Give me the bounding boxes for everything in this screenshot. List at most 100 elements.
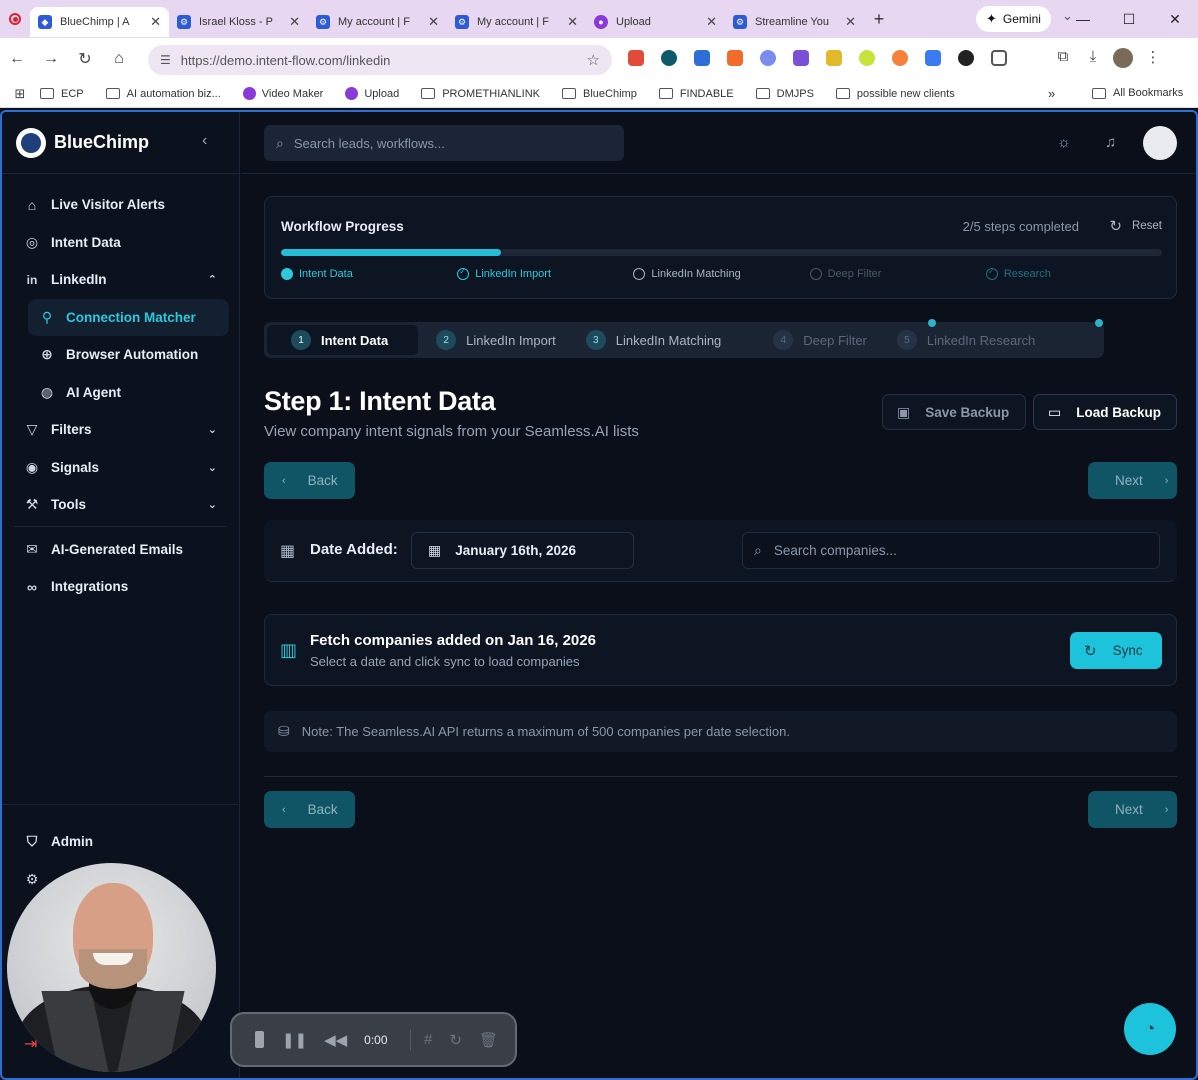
new-tab-button[interactable]: + <box>864 9 894 30</box>
download-icon[interactable]: ⤓ <box>1078 48 1108 72</box>
browser-tab[interactable]: ⚙ Israel Kloss - P ✕ <box>169 7 308 37</box>
tab-linkedin-research[interactable]: 5 LinkedIn Research <box>885 325 1047 355</box>
extension-icon[interactable] <box>694 50 710 66</box>
apps-grid-icon[interactable]: ⊞ <box>0 86 40 102</box>
tab-intent-data[interactable]: 1 Intent Data <box>267 325 419 355</box>
tab-deep-filter[interactable]: 4 Deep Filter <box>761 325 879 355</box>
close-tab-icon[interactable]: ✕ <box>567 14 578 30</box>
chevron-down-icon[interactable]: ⌄ <box>208 498 217 511</box>
bookmark-folder[interactable]: possible new clients <box>835 88 955 100</box>
date-picker-button[interactable]: ▦ January 16th, 2026 <box>411 532 634 569</box>
close-tab-icon[interactable]: ✕ <box>706 14 717 30</box>
chevron-down-icon[interactable]: ⌄ <box>208 461 217 474</box>
browser-tab[interactable]: ⚙ Streamline You ✕ <box>725 7 864 37</box>
bookmark-folder[interactable]: AI automation biz... <box>105 88 221 100</box>
progress-step-intent-data[interactable]: Intent Data <box>281 268 457 280</box>
reload-icon[interactable]: ↻ <box>68 49 102 69</box>
sidebar-item-live-visitor-alerts[interactable]: ⌂ Live Visitor Alerts <box>2 186 239 224</box>
back-arrow-icon[interactable]: ← <box>0 50 34 68</box>
back-button-bottom[interactable]: ‹ Back <box>264 791 355 828</box>
sidebar-item-ai-agent[interactable]: ◍ AI Agent <box>2 374 239 412</box>
stop-recording-icon[interactable] <box>255 1031 264 1048</box>
progress-step-deep-filter[interactable]: Deep Filter <box>809 268 986 280</box>
company-search-input[interactable] <box>773 543 1134 558</box>
bookmark-folder[interactable]: DMJPS <box>755 88 814 100</box>
progress-step-linkedin-matching[interactable]: LinkedIn Matching <box>633 268 809 280</box>
all-bookmarks-folder[interactable]: All Bookmarks <box>1092 87 1183 99</box>
close-tab-icon[interactable]: ✕ <box>845 14 856 30</box>
extension-icon[interactable] <box>958 50 974 66</box>
extension-icon[interactable] <box>892 50 908 66</box>
bookmark-folder[interactable]: PROMETHIANLINK <box>421 88 540 100</box>
bookmark-folder[interactable]: BlueChimp <box>562 88 637 100</box>
tab-search-icon[interactable]: ⧉ <box>1048 48 1078 72</box>
company-search[interactable]: ⌕ <box>742 532 1160 569</box>
browser-tab[interactable]: ⚙ My account | F ✕ <box>447 7 586 37</box>
minimize-icon[interactable]: — <box>1060 0 1106 38</box>
sidebar-item-intent-data[interactable]: ◎ Intent Data <box>2 224 239 262</box>
notification-bell-icon[interactable]: ♫ <box>1105 134 1116 151</box>
progress-step-research[interactable]: Research <box>985 267 1162 280</box>
bookmark-star-icon[interactable]: ☆ <box>587 51 600 69</box>
sidebar-item-admin[interactable]: ⛉ Admin <box>2 823 238 861</box>
sidebar-item-integrations[interactable]: ∞ Integrations <box>2 568 239 606</box>
progress-step-linkedin-import[interactable]: LinkedIn Import <box>457 267 633 280</box>
global-search[interactable]: ⌕ <box>264 125 624 161</box>
sidebar-item-ai-generated-emails[interactable]: ✉ AI-Generated Emails <box>2 531 239 569</box>
address-bar[interactable]: ☰ https://demo.intent-flow.com/linkedin … <box>148 45 612 75</box>
save-backup-button[interactable]: ▣ Save Backup <box>882 394 1026 430</box>
tab-linkedin-import[interactable]: 2 LinkedIn Import <box>424 325 568 355</box>
next-button-bottom[interactable]: Next › <box>1088 791 1177 828</box>
pause-icon[interactable]: ❚❚ <box>282 1031 307 1049</box>
extension-icon[interactable] <box>628 50 644 66</box>
close-tab-icon[interactable]: ✕ <box>428 14 439 30</box>
extension-icon[interactable] <box>826 50 842 66</box>
browser-tab[interactable]: ⚙ My account | F ✕ <box>308 7 447 37</box>
gemini-button[interactable]: ✦ Gemini <box>976 6 1051 32</box>
browser-tab[interactable]: ◆ BlueChimp | A ✕ <box>30 7 169 37</box>
browser-tab[interactable]: ● Upload ✕ <box>586 7 725 37</box>
chevron-up-icon[interactable]: ⌃ <box>208 273 217 286</box>
extension-icon[interactable] <box>760 50 776 66</box>
extension-icon[interactable] <box>925 50 941 66</box>
trash-icon[interactable]: 🗑 <box>479 1031 498 1049</box>
sidebar-item-connection-matcher[interactable]: ⚲ Connection Matcher <box>28 298 229 336</box>
extension-icon[interactable] <box>661 50 677 66</box>
extension-icon[interactable] <box>727 50 743 66</box>
tab-linkedin-matching[interactable]: 3 LinkedIn Matching <box>574 325 734 355</box>
puzzle-extensions-icon[interactable] <box>991 50 1007 66</box>
grid-icon[interactable]: # <box>424 1031 432 1048</box>
load-backup-button[interactable]: ▭ Load Backup <box>1033 394 1177 430</box>
forward-arrow-icon[interactable]: → <box>34 50 68 68</box>
sync-button[interactable]: ↻ Sync <box>1070 632 1162 669</box>
maximize-icon[interactable]: ☐ <box>1106 0 1152 38</box>
site-settings-icon[interactable]: ☰ <box>160 53 171 67</box>
menu-dots-icon[interactable]: ⋮ <box>1138 48 1168 72</box>
restart-icon[interactable]: ↻ <box>449 1031 462 1049</box>
chat-support-button[interactable]: ◔ <box>1124 1003 1176 1055</box>
close-window-icon[interactable]: ✕ <box>1152 0 1198 38</box>
sidebar-item-signals[interactable]: ◉ Signals ⌄ <box>2 449 239 487</box>
extension-icon[interactable] <box>793 50 809 66</box>
theme-toggle-sun-icon[interactable]: ☼ <box>1057 134 1071 151</box>
profile-avatar[interactable] <box>1108 48 1138 72</box>
next-button[interactable]: Next › <box>1088 462 1177 499</box>
url-text[interactable]: https://demo.intent-flow.com/linkedin <box>181 53 587 68</box>
collapse-sidebar-icon[interactable]: ‹ <box>202 132 207 150</box>
bookmark-link[interactable]: Upload <box>345 87 399 100</box>
more-bookmarks-icon[interactable]: » <box>1048 86 1055 101</box>
bookmark-folder[interactable]: ECP <box>40 88 84 100</box>
rewind-icon[interactable]: ◀◀ <box>324 1031 347 1049</box>
back-button[interactable]: ‹ Back <box>264 462 355 499</box>
close-tab-icon[interactable]: ✕ <box>150 14 161 30</box>
home-icon[interactable]: ⌂ <box>102 50 136 68</box>
bookmark-link[interactable]: Video Maker <box>242 87 323 100</box>
user-avatar[interactable] <box>1143 126 1177 160</box>
extension-icon[interactable] <box>859 50 875 66</box>
sidebar-item-tools[interactable]: ⚒ Tools ⌄ <box>2 486 239 524</box>
global-search-input[interactable] <box>293 135 594 151</box>
sidebar-item-linkedin[interactable]: in LinkedIn ⌃ <box>2 261 239 299</box>
chevron-down-icon[interactable]: ⌄ <box>208 423 217 436</box>
reset-button[interactable]: ↻ Reset <box>1109 217 1162 235</box>
bookmark-folder[interactable]: FINDABLE <box>658 88 734 100</box>
